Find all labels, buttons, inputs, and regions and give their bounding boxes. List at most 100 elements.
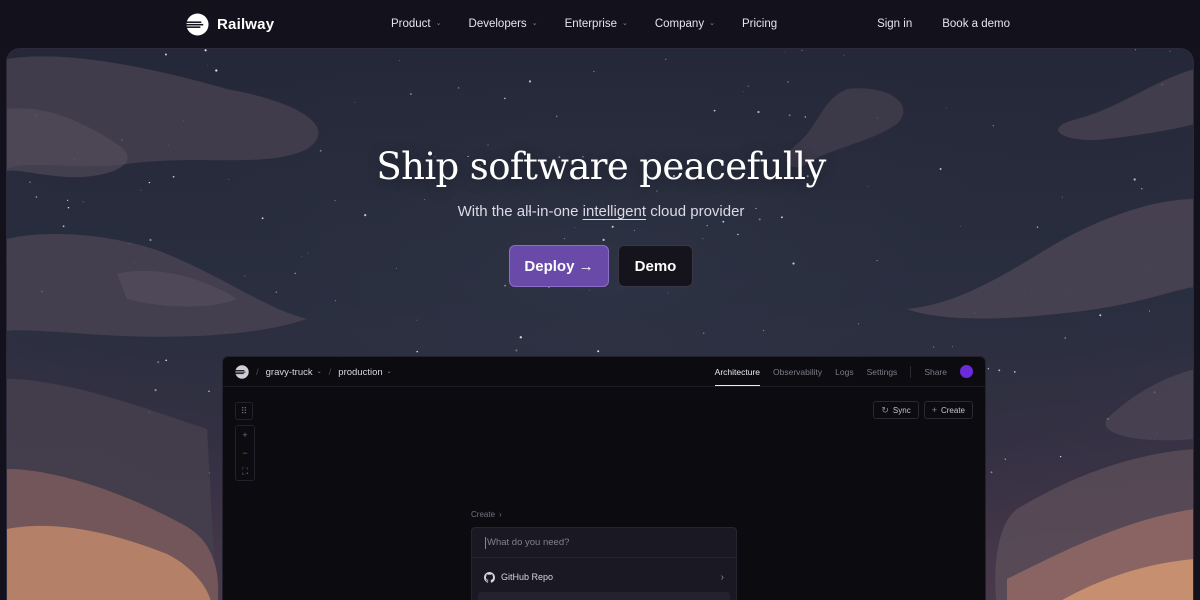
hero-title: Ship software peacefully [376,145,826,188]
hero-subtitle: With the all-in-one intelligent cloud pr… [7,203,1193,220]
sync-icon: ↻ [881,404,889,415]
star [667,292,669,294]
star [722,220,725,223]
railway-logo-icon [186,12,209,36]
book-demo-link[interactable]: Book a demo [942,18,1010,30]
star [1059,455,1062,458]
menu-label: Enterprise [564,18,617,30]
create-label: Create [940,405,965,415]
command-search-input[interactable]: What do you need? [472,528,736,558]
brand-name: Railway [217,15,275,33]
star [563,237,566,240]
demo-button[interactable]: Demo [618,245,693,287]
menu-developers[interactable]: Developers ⌄ [469,18,538,30]
divider [910,365,912,378]
tab-logs[interactable]: Logs [835,367,853,377]
star [945,107,947,109]
star [593,70,595,72]
star [843,54,845,56]
menu-label: Company [654,18,705,30]
star [742,91,744,93]
menu-pricing[interactable]: Pricing [742,18,777,30]
star [784,51,785,53]
star [157,361,160,364]
star [737,233,739,236]
star [1036,226,1039,228]
star [334,200,336,202]
app-header: / gravy-truck ⌄ / production ⌄ Architect… [223,357,985,387]
list-item-github-repo[interactable]: GitHub Repo › [478,566,730,588]
tab-settings[interactable]: Settings [867,367,898,377]
tab-architecture[interactable]: Architecture [714,367,761,386]
plus-icon: + [931,405,937,415]
star [215,69,218,72]
star [334,300,336,302]
main-menu: Product ⌄ Developers ⌄ Enterprise ⌄ Comp… [391,15,777,33]
create-button[interactable]: + Create [923,401,973,419]
fit-view-icon[interactable]: ⛶ [236,462,254,480]
star [656,190,658,192]
command-placeholder: What do you need? [487,537,570,548]
star [457,87,460,89]
star [1004,458,1006,460]
zoom-out-icon[interactable]: − [236,444,254,462]
star [763,330,765,332]
star [1135,49,1137,51]
environment-selector[interactable]: production ⌄ [338,367,391,378]
star [713,109,716,112]
grid-icon[interactable]: ⠿ [235,402,253,420]
sync-button[interactable]: ↻ Sync [873,401,919,419]
project-selector[interactable]: gravy-truck ⌄ [266,367,322,378]
zoom-controls: + − ⛶ [235,425,255,481]
star [204,49,207,52]
chevron-down-icon: ⌄ [531,20,538,27]
zoom-in-icon[interactable]: + [236,426,254,444]
menu-enterprise[interactable]: Enterprise ⌄ [565,18,628,30]
brand-logo[interactable]: Railway [186,12,274,36]
tab-observability[interactable]: Observability [773,367,822,377]
star [1169,50,1171,52]
app-tabs: Architecture Observability Logs Settings… [714,365,973,386]
star [1061,196,1063,198]
breadcrumb-separator: / [256,366,259,378]
breadcrumb: / gravy-truck ⌄ / production ⌄ [235,365,392,379]
star [66,199,69,201]
share-button[interactable]: Share [924,367,947,377]
star [409,93,412,96]
star [589,289,590,291]
railway-logo-icon[interactable] [235,365,249,379]
star [1141,188,1143,190]
star [933,346,935,348]
star [987,367,990,370]
list-item-label: GitHub Repo [501,572,554,582]
subtitle-text: cloud provider [646,203,745,220]
star [801,49,803,51]
deploy-button[interactable]: Deploy → [509,245,609,287]
canvas-actions: ↻ Sync + Create [873,401,973,419]
star [399,60,401,62]
star [1148,310,1151,312]
avatar[interactable] [960,365,973,378]
star [702,238,704,240]
sync-label: Sync [892,405,911,415]
list-item[interactable] [478,592,730,600]
star [504,97,506,100]
star [275,291,278,294]
chevron-down-icon: ⌄ [435,20,442,27]
chevron-down-icon: ⌄ [316,368,322,375]
star [35,196,38,198]
menu-product[interactable]: Product ⌄ [391,18,442,30]
star [952,346,953,348]
chevron-down-icon: ⌄ [709,20,715,27]
sign-in-link[interactable]: Sign in [877,18,912,30]
hero-actions: Deploy → Demo [7,245,1193,287]
star [665,58,667,60]
star [960,225,961,227]
star [990,471,993,474]
star [555,115,558,118]
intelligent-link[interactable]: intelligent [583,203,646,220]
star [149,238,152,242]
star [528,80,532,83]
menu-company[interactable]: Company ⌄ [655,18,715,30]
text-caret [485,536,486,549]
